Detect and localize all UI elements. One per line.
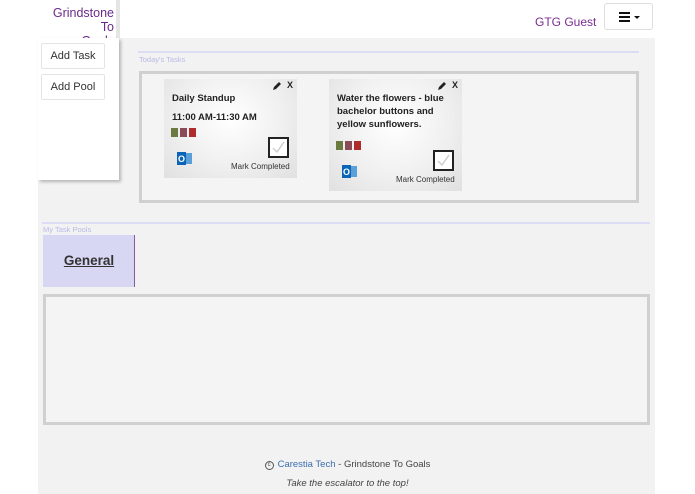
user-name[interactable]: GTG Guest xyxy=(535,15,599,29)
mark-completed-label[interactable]: Mark Completed xyxy=(396,175,455,184)
task-card[interactable]: X Water the flowers - blue bachelor butt… xyxy=(329,79,462,191)
svg-text:O: O xyxy=(178,154,185,164)
copyright-icon: c xyxy=(264,461,274,470)
pencil-icon[interactable] xyxy=(272,81,282,91)
outlook-icon[interactable]: O xyxy=(342,165,357,178)
task-title: Water the flowers - blue bachelor button… xyxy=(337,93,444,130)
color-tag xyxy=(171,128,178,137)
footer-tagline: Take the escalator to the top! xyxy=(286,478,409,489)
footer-suffix: - Grindstone To Goals xyxy=(335,459,431,470)
footer-credit: c Carestia Tech - Grindstone To Goals xyxy=(0,459,695,470)
color-tag xyxy=(189,128,196,137)
menu-button[interactable] xyxy=(604,3,653,30)
pool-tasks-container xyxy=(43,294,650,425)
side-divider xyxy=(116,0,120,38)
color-tag xyxy=(354,141,361,150)
check-icon xyxy=(437,154,450,167)
close-icon[interactable]: X xyxy=(287,80,293,90)
today-divider xyxy=(138,51,639,53)
task-card[interactable]: X Daily Standup 11:00 AM-11:30 AM O Mark… xyxy=(164,79,297,178)
outlook-icon[interactable]: O xyxy=(177,152,192,165)
svg-text:O: O xyxy=(343,167,350,177)
close-icon[interactable]: X xyxy=(452,80,458,90)
caret-down-icon xyxy=(634,16,640,19)
company-link[interactable]: Carestia Tech xyxy=(278,459,336,470)
task-time: 11:00 AM-11:30 AM xyxy=(172,112,257,123)
task-color-tags xyxy=(336,137,363,150)
task-title: Daily Standup xyxy=(172,93,236,104)
add-pool-button[interactable]: Add Pool xyxy=(41,74,105,100)
task-color-tags xyxy=(171,124,198,137)
check-icon xyxy=(272,141,285,154)
mark-completed-checkbox[interactable] xyxy=(433,150,454,171)
color-tag xyxy=(336,141,343,150)
top-header: Grindstone To Goals GTG Guest xyxy=(0,0,695,48)
pools-divider xyxy=(42,222,650,224)
pool-tab-label: General xyxy=(63,253,115,268)
color-tag xyxy=(345,141,352,150)
pools-section-label: My Task Pools xyxy=(43,225,92,234)
mark-completed-label[interactable]: Mark Completed xyxy=(231,162,290,171)
mark-completed-checkbox[interactable] xyxy=(268,137,289,158)
today-section-label: Today's Tasks xyxy=(139,55,186,64)
add-task-button[interactable]: Add Task xyxy=(41,43,105,69)
pool-tab-general[interactable]: General xyxy=(43,235,135,287)
pencil-icon[interactable] xyxy=(437,81,447,91)
color-tag xyxy=(180,128,187,137)
brand-line-1: Grindstone To xyxy=(52,6,114,34)
hamburger-icon xyxy=(619,12,630,24)
